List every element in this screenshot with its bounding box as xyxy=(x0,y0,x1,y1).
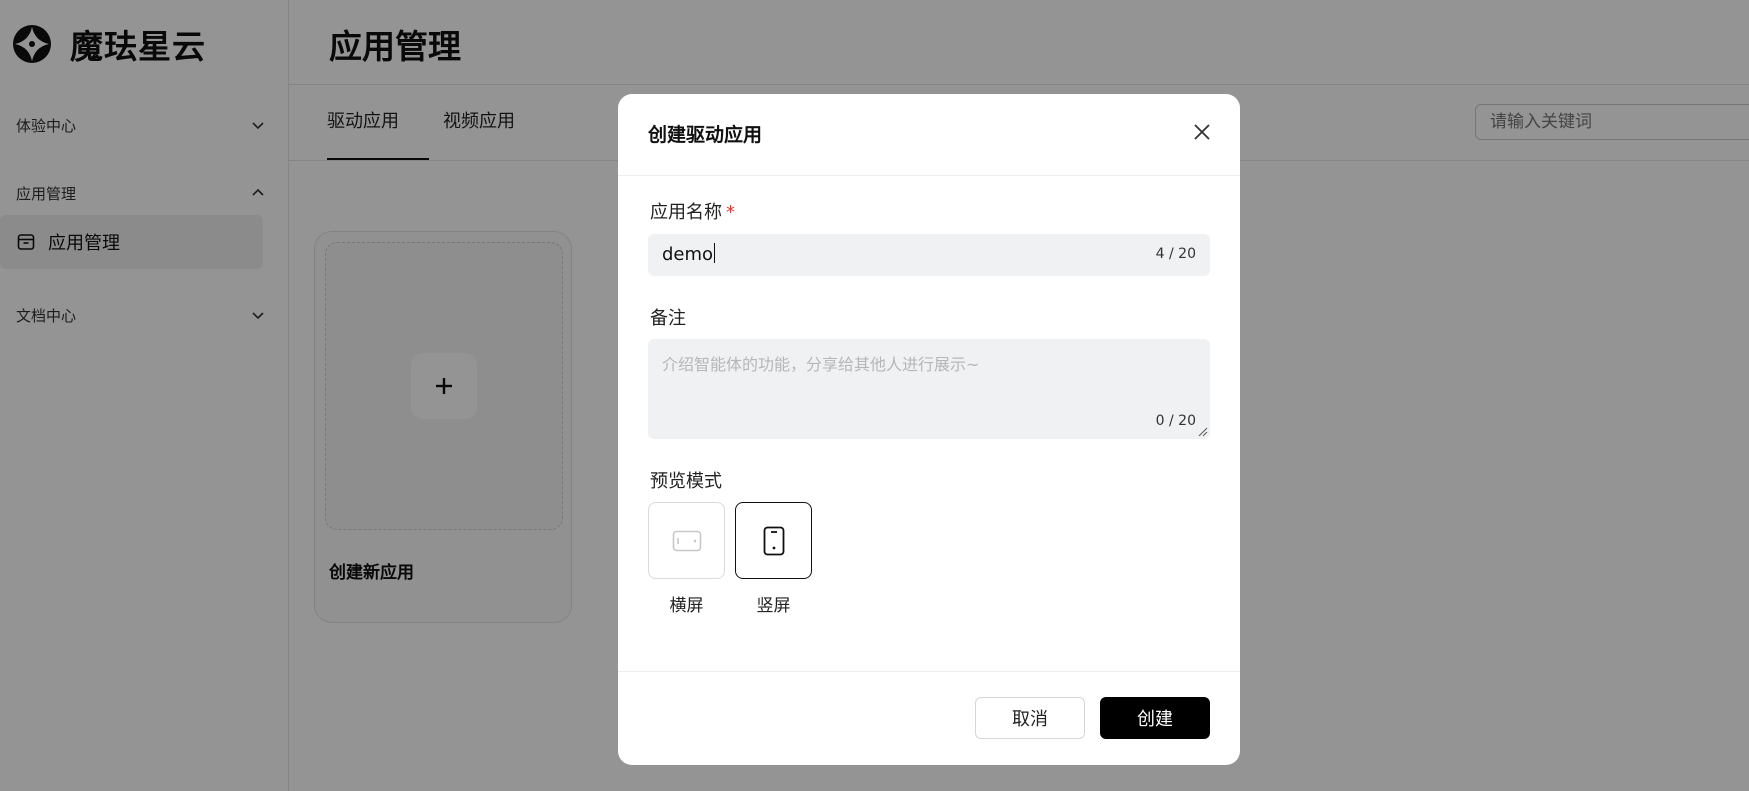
app-name-value: demo xyxy=(662,244,714,265)
text-caret xyxy=(714,243,716,263)
preview-mode-portrait[interactable] xyxy=(735,502,812,579)
portrait-label: 竖屏 xyxy=(756,596,791,616)
close-icon[interactable] xyxy=(1190,120,1214,144)
preview-mode-label: 预览模式 xyxy=(650,471,722,492)
landscape-label: 横屏 xyxy=(669,596,704,616)
notes-label: 备注 xyxy=(650,308,686,329)
create-button[interactable]: 创建 xyxy=(1100,697,1210,739)
app-name-counter: 4 / 20 xyxy=(1155,246,1196,262)
portrait-screen-icon xyxy=(763,526,784,555)
app-name-input[interactable]: demo 4 / 20 xyxy=(648,234,1210,276)
dialog-header: 创建驱动应用 xyxy=(618,94,1240,176)
notes-placeholder: 介绍智能体的功能，分享给其他人进行展示~ xyxy=(662,355,980,374)
create-app-dialog: 创建驱动应用 应用名称 * demo 4 / 20 备注 介绍智能体的功能，分享给… xyxy=(618,94,1240,765)
required-mark: * xyxy=(726,202,735,223)
resize-handle-icon[interactable] xyxy=(1198,427,1208,437)
dialog-footer-divider xyxy=(618,671,1240,672)
landscape-screen-icon xyxy=(672,530,701,551)
dialog-title: 创建驱动应用 xyxy=(648,124,763,146)
preview-mode-landscape[interactable] xyxy=(648,502,725,579)
app-name-label: 应用名称 * xyxy=(650,202,735,223)
notes-counter: 0 / 20 xyxy=(1155,413,1196,429)
notes-textarea[interactable]: 介绍智能体的功能，分享给其他人进行展示~ 0 / 20 xyxy=(648,339,1210,439)
cancel-button[interactable]: 取消 xyxy=(975,697,1085,739)
app-root: 魔珐星云 体验中心 应用管理 应用管理 文档中心 应用管理 驱动应用 视频应用 … xyxy=(0,0,1749,791)
